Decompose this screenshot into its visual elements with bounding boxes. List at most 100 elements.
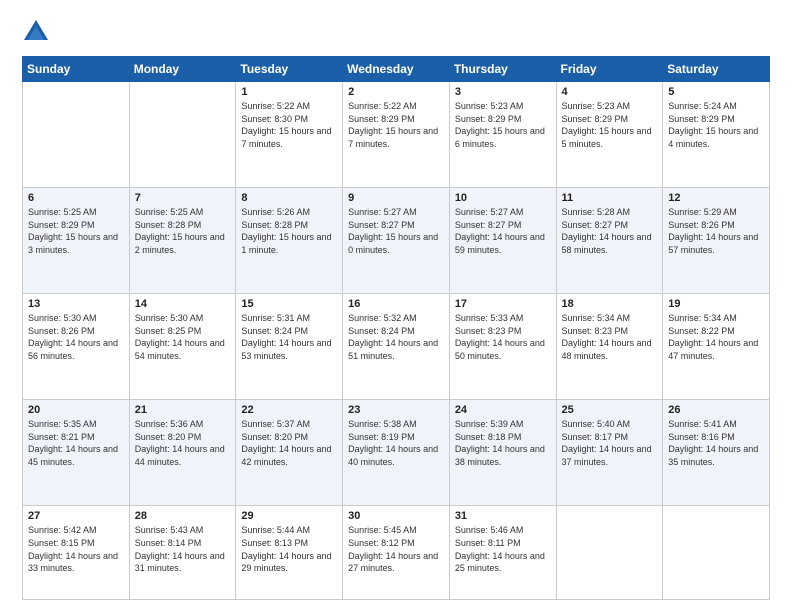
day-info: Sunrise: 5:27 AM Sunset: 8:27 PM Dayligh… <box>455 206 551 256</box>
calendar-cell: 17 Sunrise: 5:33 AM Sunset: 8:23 PM Dayli… <box>449 294 556 400</box>
calendar-cell: 30 Sunrise: 5:45 AM Sunset: 8:12 PM Dayli… <box>343 506 450 600</box>
calendar-week-row: 20Sunrise: 5:35 AM Sunset: 8:21 PM Dayli… <box>23 400 770 506</box>
day-info: Sunrise: 5:23 AM Sunset: 8:29 PM Dayligh… <box>455 100 551 150</box>
day-number: 17 <box>455 298 551 310</box>
calendar-cell: 21 Sunrise: 5:36 AM Sunset: 8:20 PM Dayli… <box>129 400 236 506</box>
day-number: 27 <box>28 510 124 522</box>
day-number: 3 <box>455 86 551 98</box>
day-number: 14 <box>135 298 231 310</box>
calendar-cell: 22 Sunrise: 5:37 AM Sunset: 8:20 PM Dayli… <box>236 400 343 506</box>
day-info: Sunrise: 5:44 AM Sunset: 8:13 PM Dayligh… <box>241 524 337 574</box>
calendar-cell: 28Sunrise: 5:43 AM Sunset: 8:14 PM Dayli… <box>129 506 236 600</box>
calendar-cell: 12 Sunrise: 5:29 AM Sunset: 8:26 PM Dayli… <box>663 188 770 294</box>
day-number: 9 <box>348 192 444 204</box>
calendar-cell: 7Sunrise: 5:25 AM Sunset: 8:28 PM Daylig… <box>129 188 236 294</box>
weekday-header-row: SundayMondayTuesdayWednesdayThursdayFrid… <box>23 57 770 82</box>
day-number: 25 <box>562 404 658 416</box>
day-info: Sunrise: 5:41 AM Sunset: 8:16 PM Dayligh… <box>668 418 764 468</box>
day-number: 24 <box>455 404 551 416</box>
day-info: Sunrise: 5:32 AM Sunset: 8:24 PM Dayligh… <box>348 312 444 362</box>
day-number: 12 <box>668 192 764 204</box>
day-info: Sunrise: 5:27 AM Sunset: 8:27 PM Dayligh… <box>348 206 444 256</box>
day-info: Sunrise: 5:30 AM Sunset: 8:26 PM Dayligh… <box>28 312 124 362</box>
calendar-cell: 23Sunrise: 5:38 AM Sunset: 8:19 PM Dayli… <box>343 400 450 506</box>
calendar-cell: 15 Sunrise: 5:31 AM Sunset: 8:24 PM Dayli… <box>236 294 343 400</box>
calendar-week-row: 1Sunrise: 5:22 AM Sunset: 8:30 PM Daylig… <box>23 82 770 188</box>
calendar-week-row: 27 Sunrise: 5:42 AM Sunset: 8:15 PM Dayli… <box>23 506 770 600</box>
logo <box>22 18 54 46</box>
calendar-cell: 14 Sunrise: 5:30 AM Sunset: 8:25 PM Dayli… <box>129 294 236 400</box>
day-info: Sunrise: 5:29 AM Sunset: 8:26 PM Dayligh… <box>668 206 764 256</box>
calendar-cell: 11Sunrise: 5:28 AM Sunset: 8:27 PM Dayli… <box>556 188 663 294</box>
calendar-cell <box>556 506 663 600</box>
day-info: Sunrise: 5:46 AM Sunset: 8:11 PM Dayligh… <box>455 524 551 574</box>
day-number: 5 <box>668 86 764 98</box>
day-info: Sunrise: 5:42 AM Sunset: 8:15 PM Dayligh… <box>28 524 124 574</box>
day-info: Sunrise: 5:31 AM Sunset: 8:24 PM Dayligh… <box>241 312 337 362</box>
day-number: 13 <box>28 298 124 310</box>
weekday-header-saturday: Saturday <box>663 57 770 82</box>
day-info: Sunrise: 5:37 AM Sunset: 8:20 PM Dayligh… <box>241 418 337 468</box>
day-info: Sunrise: 5:22 AM Sunset: 8:30 PM Dayligh… <box>241 100 337 150</box>
day-number: 4 <box>562 86 658 98</box>
calendar-cell: 13 Sunrise: 5:30 AM Sunset: 8:26 PM Dayli… <box>23 294 130 400</box>
weekday-header-monday: Monday <box>129 57 236 82</box>
calendar-cell: 19 Sunrise: 5:34 AM Sunset: 8:22 PM Dayli… <box>663 294 770 400</box>
weekday-header-tuesday: Tuesday <box>236 57 343 82</box>
calendar-cell: 16 Sunrise: 5:32 AM Sunset: 8:24 PM Dayli… <box>343 294 450 400</box>
header <box>22 18 770 46</box>
calendar-table: SundayMondayTuesdayWednesdayThursdayFrid… <box>22 56 770 600</box>
day-info: Sunrise: 5:35 AM Sunset: 8:21 PM Dayligh… <box>28 418 124 468</box>
day-number: 2 <box>348 86 444 98</box>
day-info: Sunrise: 5:33 AM Sunset: 8:23 PM Dayligh… <box>455 312 551 362</box>
day-info: Sunrise: 5:25 AM Sunset: 8:28 PM Dayligh… <box>135 206 231 256</box>
day-info: Sunrise: 5:22 AM Sunset: 8:29 PM Dayligh… <box>348 100 444 150</box>
day-info: Sunrise: 5:40 AM Sunset: 8:17 PM Dayligh… <box>562 418 658 468</box>
weekday-header-wednesday: Wednesday <box>343 57 450 82</box>
day-number: 31 <box>455 510 551 522</box>
day-number: 28 <box>135 510 231 522</box>
calendar-cell: 31 Sunrise: 5:46 AM Sunset: 8:11 PM Dayli… <box>449 506 556 600</box>
calendar-cell: 9 Sunrise: 5:27 AM Sunset: 8:27 PM Daylig… <box>343 188 450 294</box>
day-number: 8 <box>241 192 337 204</box>
day-info: Sunrise: 5:30 AM Sunset: 8:25 PM Dayligh… <box>135 312 231 362</box>
day-number: 26 <box>668 404 764 416</box>
day-info: Sunrise: 5:45 AM Sunset: 8:12 PM Dayligh… <box>348 524 444 574</box>
calendar-cell: 27 Sunrise: 5:42 AM Sunset: 8:15 PM Dayli… <box>23 506 130 600</box>
weekday-header-friday: Friday <box>556 57 663 82</box>
day-info: Sunrise: 5:24 AM Sunset: 8:29 PM Dayligh… <box>668 100 764 150</box>
calendar-cell: 10 Sunrise: 5:27 AM Sunset: 8:27 PM Dayli… <box>449 188 556 294</box>
calendar-cell: 25 Sunrise: 5:40 AM Sunset: 8:17 PM Dayli… <box>556 400 663 506</box>
calendar-cell: 8Sunrise: 5:26 AM Sunset: 8:28 PM Daylig… <box>236 188 343 294</box>
day-info: Sunrise: 5:23 AM Sunset: 8:29 PM Dayligh… <box>562 100 658 150</box>
day-number: 15 <box>241 298 337 310</box>
day-number: 21 <box>135 404 231 416</box>
day-number: 22 <box>241 404 337 416</box>
day-number: 19 <box>668 298 764 310</box>
day-info: Sunrise: 5:39 AM Sunset: 8:18 PM Dayligh… <box>455 418 551 468</box>
day-number: 18 <box>562 298 658 310</box>
day-number: 30 <box>348 510 444 522</box>
calendar-cell: 4 Sunrise: 5:23 AM Sunset: 8:29 PM Daylig… <box>556 82 663 188</box>
calendar-cell: 18 Sunrise: 5:34 AM Sunset: 8:23 PM Dayli… <box>556 294 663 400</box>
day-number: 11 <box>562 192 658 204</box>
calendar-cell: 26 Sunrise: 5:41 AM Sunset: 8:16 PM Dayli… <box>663 400 770 506</box>
calendar-week-row: 6Sunrise: 5:25 AM Sunset: 8:29 PM Daylig… <box>23 188 770 294</box>
weekday-header-sunday: Sunday <box>23 57 130 82</box>
day-number: 23 <box>348 404 444 416</box>
day-number: 16 <box>348 298 444 310</box>
day-number: 10 <box>455 192 551 204</box>
calendar-cell: 2 Sunrise: 5:22 AM Sunset: 8:29 PM Daylig… <box>343 82 450 188</box>
day-info: Sunrise: 5:34 AM Sunset: 8:23 PM Dayligh… <box>562 312 658 362</box>
calendar-cell: 3 Sunrise: 5:23 AM Sunset: 8:29 PM Daylig… <box>449 82 556 188</box>
calendar-cell: 6Sunrise: 5:25 AM Sunset: 8:29 PM Daylig… <box>23 188 130 294</box>
day-number: 6 <box>28 192 124 204</box>
calendar-cell <box>23 82 130 188</box>
calendar-cell: 5 Sunrise: 5:24 AM Sunset: 8:29 PM Daylig… <box>663 82 770 188</box>
calendar-week-row: 13 Sunrise: 5:30 AM Sunset: 8:26 PM Dayli… <box>23 294 770 400</box>
day-info: Sunrise: 5:34 AM Sunset: 8:22 PM Dayligh… <box>668 312 764 362</box>
calendar-cell <box>663 506 770 600</box>
day-info: Sunrise: 5:36 AM Sunset: 8:20 PM Dayligh… <box>135 418 231 468</box>
logo-icon <box>22 18 50 46</box>
weekday-header-thursday: Thursday <box>449 57 556 82</box>
